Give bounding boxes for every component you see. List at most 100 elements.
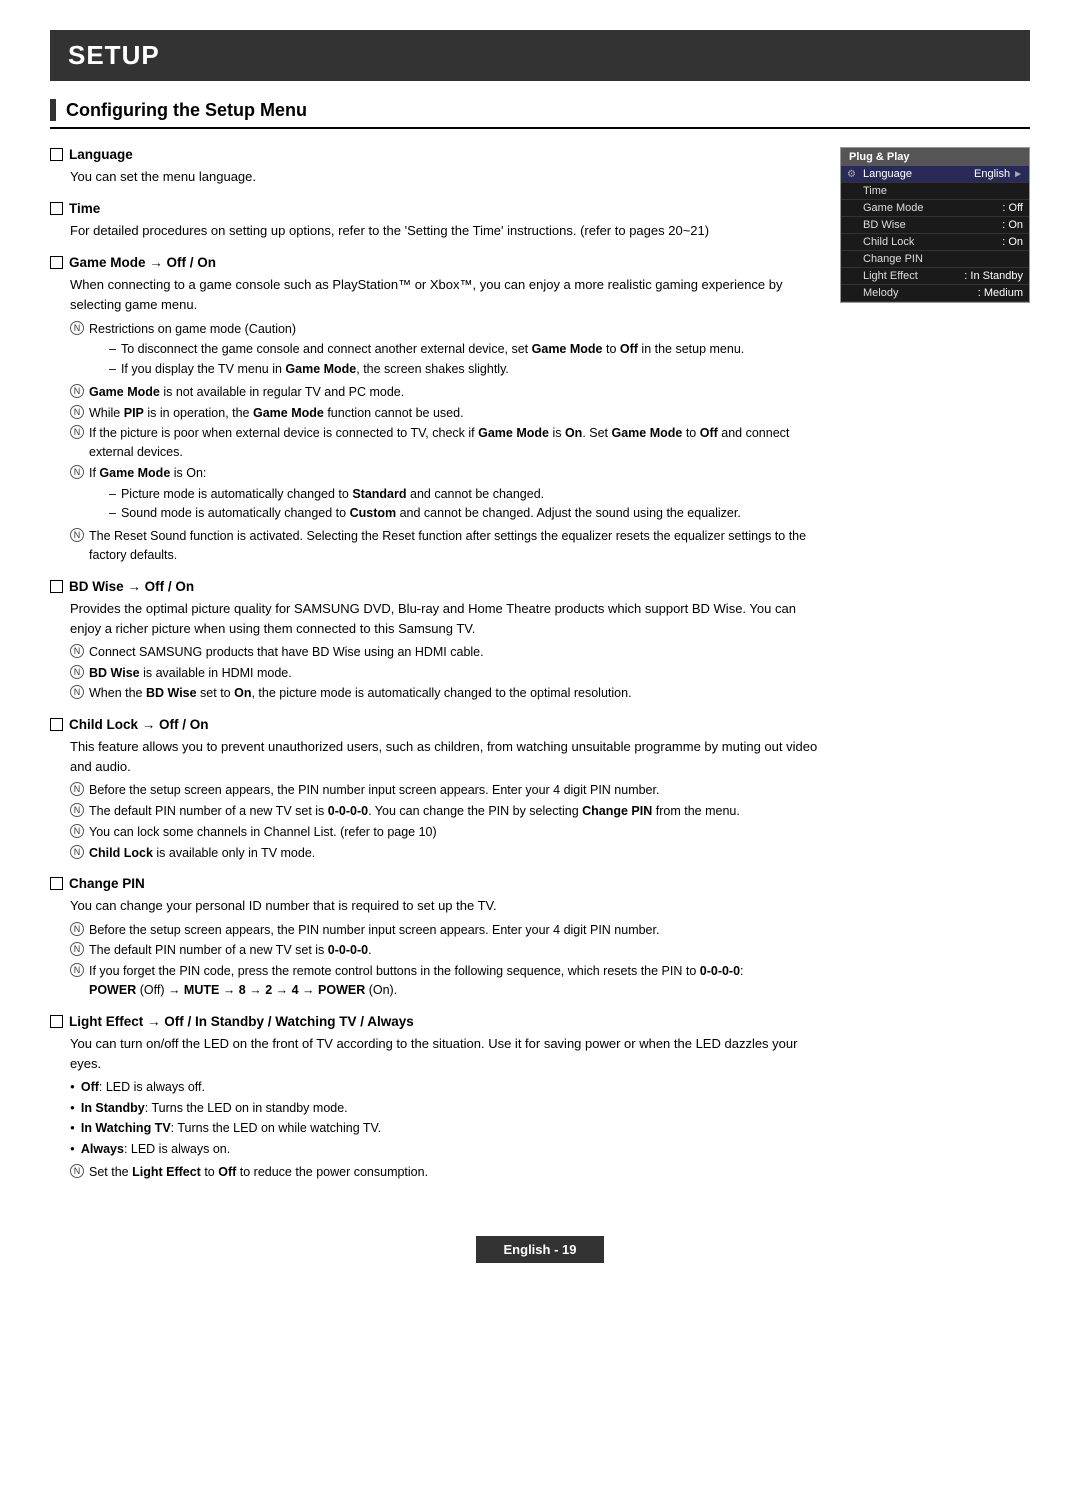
- note-item: N BD Wise is available in HDMI mode.: [70, 664, 820, 683]
- menu-label-melody: Melody: [863, 287, 978, 299]
- note-icon: N: [70, 384, 84, 398]
- topic-game-mode-title: Game Mode → Off / On: [50, 255, 820, 270]
- light-effect-notes: N Set the Light Effect to Off to reduce …: [70, 1163, 820, 1182]
- topic-light-effect-body: You can turn on/off the LED on the front…: [70, 1034, 820, 1182]
- child-lock-notes: N Before the setup screen appears, the P…: [70, 781, 820, 862]
- note-item: N Before the setup screen appears, the P…: [70, 781, 820, 800]
- note-item: N You can lock some channels in Channel …: [70, 823, 820, 842]
- note-icon: N: [70, 665, 84, 679]
- note-icon: N: [70, 528, 84, 542]
- menu-value-light-effect: : In Standby: [964, 270, 1023, 282]
- menu-label-language: Language: [863, 168, 974, 180]
- bullet-item: Always: LED is always on.: [70, 1140, 820, 1159]
- note-icon: N: [70, 405, 84, 419]
- light-effect-bullets: Off: LED is always off. In Standby: Turn…: [70, 1078, 820, 1159]
- topic-language-body: You can set the menu language.: [70, 167, 820, 187]
- note-item: N The Reset Sound function is activated.…: [70, 527, 820, 565]
- note-item: N Child Lock is available only in TV mod…: [70, 844, 820, 863]
- bd-wise-notes: N Connect SAMSUNG products that have BD …: [70, 643, 820, 703]
- note-icon: N: [70, 644, 84, 658]
- arrow-icon-language: ►: [1013, 169, 1023, 180]
- note-item: N Before the setup screen appears, the P…: [70, 921, 820, 940]
- menu-label-bd-wise: BD Wise: [863, 219, 1002, 231]
- topic-bd-wise-body: Provides the optimal picture quality for…: [70, 599, 820, 704]
- menu-row-child-lock[interactable]: Child Lock : On: [841, 234, 1029, 251]
- topic-language-title: Language: [50, 147, 820, 162]
- note-icon: N: [70, 782, 84, 796]
- menu-value-game-mode: : Off: [1002, 202, 1023, 214]
- checkbox-game-mode: [50, 256, 63, 269]
- topic-light-effect-title: Light Effect → Off / In Standby / Watchi…: [50, 1014, 820, 1029]
- bullet-item: In Standby: Turns the LED on in standby …: [70, 1099, 820, 1118]
- checkbox-bd-wise: [50, 580, 63, 593]
- topic-child-lock-title: Child Lock → Off / On: [50, 717, 820, 732]
- menu-label-light-effect: Light Effect: [863, 270, 964, 282]
- setup-title: SETUP: [68, 40, 160, 70]
- setup-header: SETUP: [50, 30, 1030, 81]
- note-item: N When the BD Wise set to On, the pictur…: [70, 684, 820, 703]
- section-title-bar: [50, 99, 56, 121]
- game-mode-notes: N Restrictions on game mode (Caution) To…: [70, 320, 820, 565]
- note-icon: N: [70, 845, 84, 859]
- menu-row-light-effect[interactable]: Light Effect : In Standby: [841, 268, 1029, 285]
- note-icon: N: [70, 465, 84, 479]
- note-icon: N: [70, 321, 84, 335]
- menu-box: Plug & Play ⚙ Language English ► Time Ga…: [840, 147, 1030, 303]
- main-content: Language You can set the menu language. …: [50, 147, 820, 1196]
- note-icon: N: [70, 1164, 84, 1178]
- bullet-item: Off: LED is always off.: [70, 1078, 820, 1097]
- menu-label-game-mode: Game Mode: [863, 202, 1002, 214]
- topic-child-lock-body: This feature allows you to prevent unaut…: [70, 737, 820, 862]
- note-item: N Connect SAMSUNG products that have BD …: [70, 643, 820, 662]
- menu-label-child-lock: Child Lock: [863, 236, 1002, 248]
- note-item: N If the picture is poor when external d…: [70, 424, 820, 462]
- note-item: N While PIP is in operation, the Game Mo…: [70, 404, 820, 423]
- checkbox-light-effect: [50, 1015, 63, 1028]
- note-icon: N: [70, 685, 84, 699]
- topic-light-effect: Light Effect → Off / In Standby / Watchi…: [50, 1014, 820, 1182]
- topic-bd-wise-title: BD Wise → Off / On: [50, 579, 820, 594]
- note-icon: N: [70, 824, 84, 838]
- topic-time: Time For detailed procedures on setting …: [50, 201, 820, 241]
- sidebar-menu: Plug & Play ⚙ Language English ► Time Ga…: [840, 147, 1030, 1196]
- topic-change-pin: Change PIN You can change your personal …: [50, 876, 820, 999]
- topic-change-pin-title: Change PIN: [50, 876, 820, 891]
- note-item: N Set the Light Effect to Off to reduce …: [70, 1163, 820, 1182]
- footer: English - 19: [50, 1236, 1030, 1263]
- note-item: N The default PIN number of a new TV set…: [70, 941, 820, 960]
- menu-label-change-pin: Change PIN: [863, 253, 1023, 265]
- menu-row-language[interactable]: ⚙ Language English ►: [841, 166, 1029, 183]
- bullet-item: In Watching TV: Turns the LED on while w…: [70, 1119, 820, 1138]
- checkbox-time: [50, 202, 63, 215]
- topic-game-mode-body: When connecting to a game console such a…: [70, 275, 820, 564]
- menu-row-game-mode[interactable]: Game Mode : Off: [841, 200, 1029, 217]
- note-item: N If Game Mode is On: Picture mode is au…: [70, 464, 820, 525]
- menu-row-change-pin[interactable]: Change PIN: [841, 251, 1029, 268]
- topic-game-mode: Game Mode → Off / On When connecting to …: [50, 255, 820, 564]
- content-area: Language You can set the menu language. …: [50, 147, 1030, 1196]
- menu-row-melody[interactable]: Melody : Medium: [841, 285, 1029, 302]
- topic-time-title: Time: [50, 201, 820, 216]
- topic-time-body: For detailed procedures on setting up op…: [70, 221, 820, 241]
- section-title: Configuring the Setup Menu: [50, 99, 1030, 129]
- checkbox-child-lock: [50, 718, 63, 731]
- note-icon: N: [70, 963, 84, 977]
- menu-value-language: English: [974, 168, 1010, 180]
- menu-value-melody: : Medium: [978, 287, 1023, 299]
- note-icon: N: [70, 922, 84, 936]
- topic-language: Language You can set the menu language.: [50, 147, 820, 187]
- note-icon: N: [70, 942, 84, 956]
- note-item: N If you forget the PIN code, press the …: [70, 962, 820, 1000]
- footer-badge: English - 19: [476, 1236, 605, 1263]
- menu-value-child-lock: : On: [1002, 236, 1023, 248]
- checkbox-language: [50, 148, 63, 161]
- menu-row-time[interactable]: Time: [841, 183, 1029, 200]
- settings-icon: ⚙: [847, 169, 863, 180]
- change-pin-notes: N Before the setup screen appears, the P…: [70, 921, 820, 1000]
- menu-row-bd-wise[interactable]: BD Wise : On: [841, 217, 1029, 234]
- topic-change-pin-body: You can change your personal ID number t…: [70, 896, 820, 999]
- note-item: N Restrictions on game mode (Caution) To…: [70, 320, 820, 381]
- menu-label-time: Time: [863, 185, 1023, 197]
- section-title-text: Configuring the Setup Menu: [66, 100, 307, 121]
- menu-box-title: Plug & Play: [841, 148, 1029, 166]
